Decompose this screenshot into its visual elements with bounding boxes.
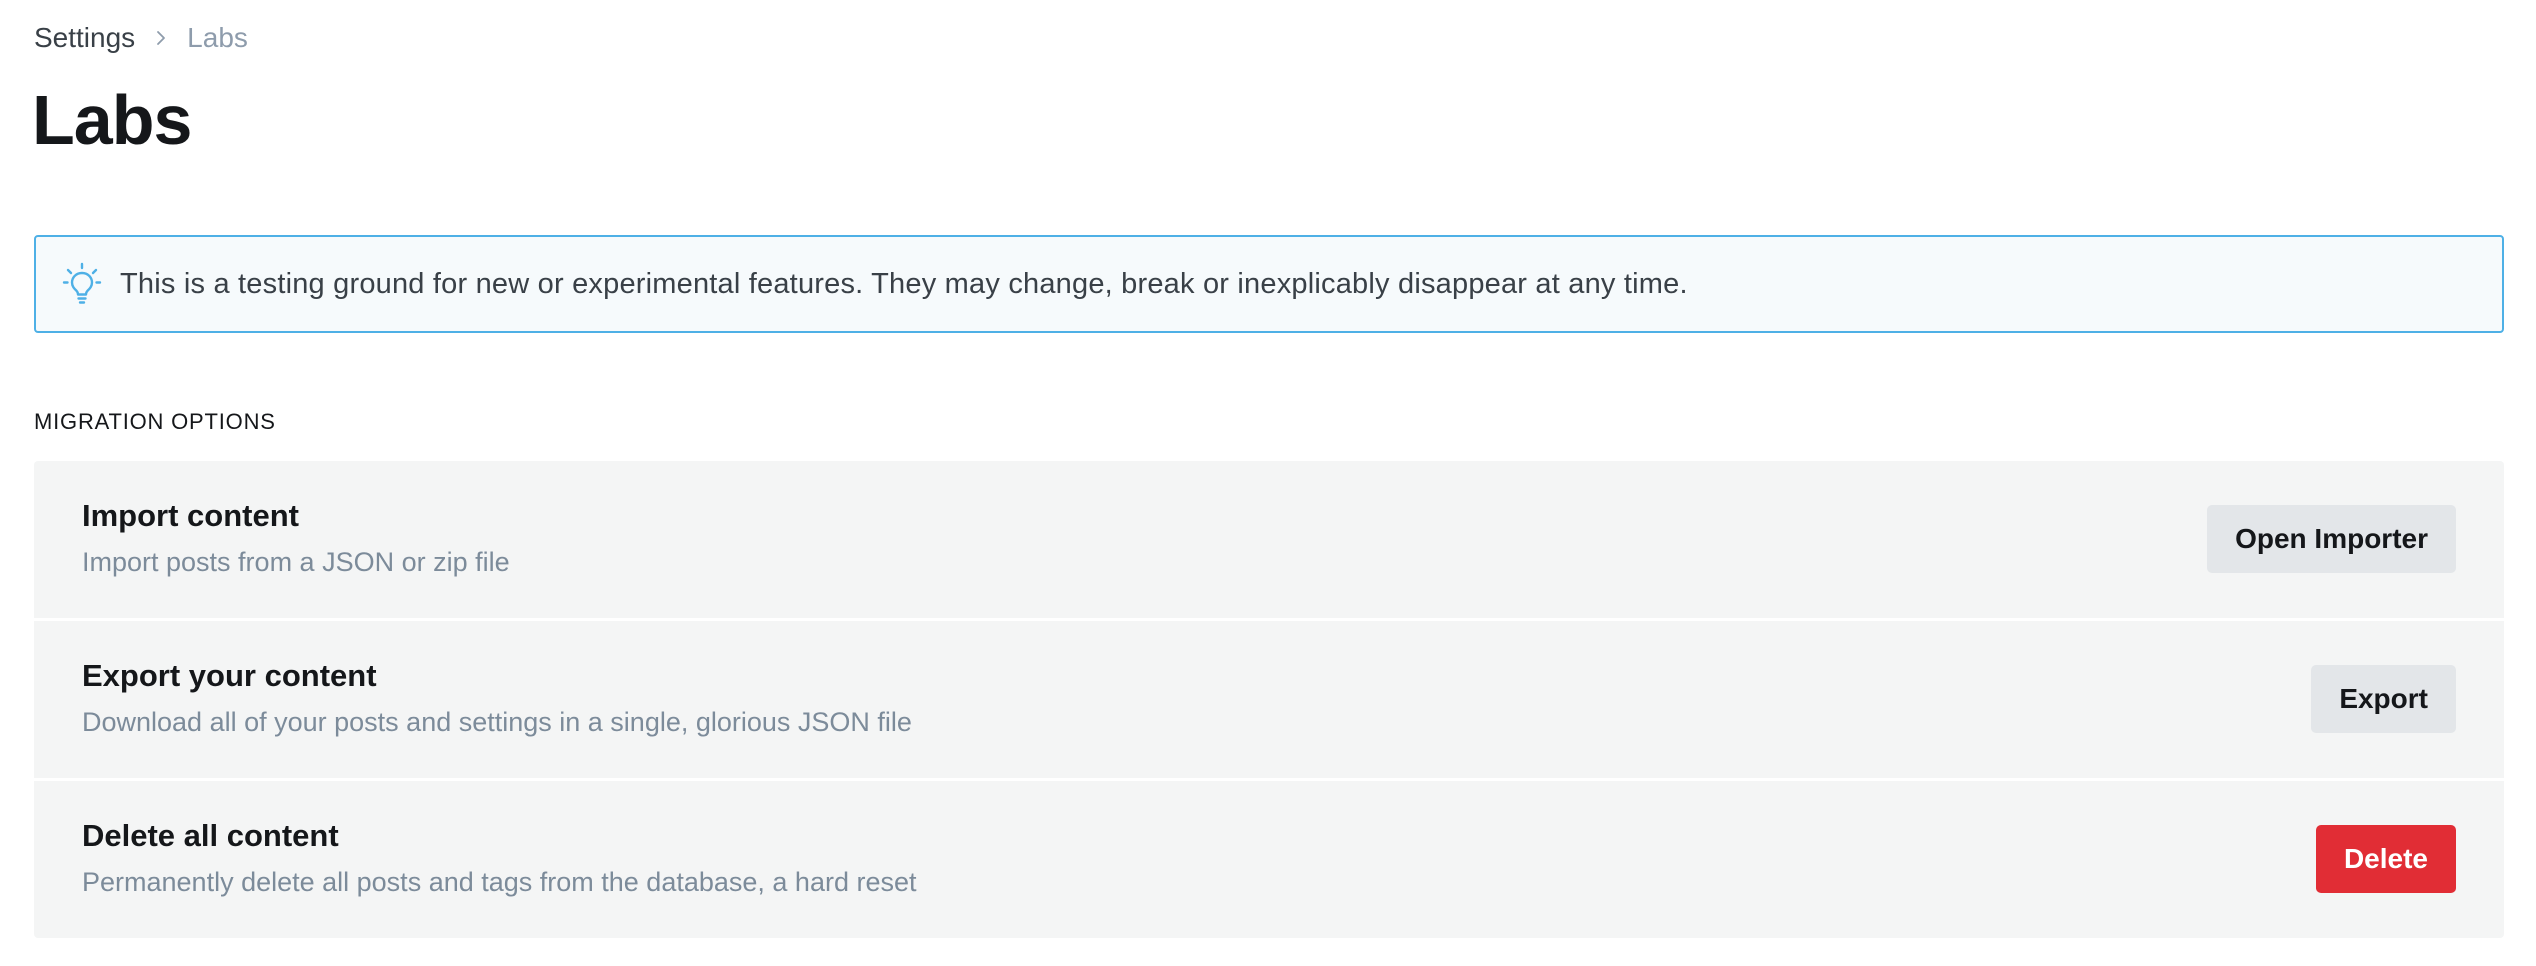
breadcrumb: Settings Labs: [34, 20, 248, 56]
export-button[interactable]: Export: [2311, 665, 2456, 733]
chevron-right-icon: [149, 26, 173, 50]
option-description: Download all of your posts and settings …: [82, 707, 912, 737]
delete-button[interactable]: Delete: [2315, 825, 2456, 893]
breadcrumb-settings-link[interactable]: Settings: [34, 20, 135, 56]
option-title: Delete all content: [82, 818, 339, 853]
labs-settings-page: Settings Labs Labs This is a testing gro…: [0, 0, 2536, 966]
option-title: Import content: [82, 498, 299, 533]
breadcrumb-current: Labs: [187, 22, 248, 53]
option-import-content: Import content Import posts from a JSON …: [34, 461, 2504, 618]
section-label-migration: MIGRATION OPTIONS: [34, 409, 276, 434]
option-title: Export your content: [82, 658, 377, 693]
option-description: Permanently delete all posts and tags fr…: [82, 867, 917, 897]
option-export-content: Export your content Download all of your…: [34, 621, 2504, 778]
open-importer-button[interactable]: Open Importer: [2207, 505, 2456, 573]
option-description: Import posts from a JSON or zip file: [82, 547, 510, 577]
banner-text: This is a testing ground for new or expe…: [120, 267, 1688, 300]
info-banner: This is a testing ground for new or expe…: [34, 235, 2504, 333]
migration-options-list: Import content Import posts from a JSON …: [34, 461, 2504, 938]
page-title: Labs: [32, 81, 192, 159]
lightbulb-icon: [62, 262, 102, 306]
option-delete-all-content: Delete all content Permanently delete al…: [34, 781, 2504, 938]
